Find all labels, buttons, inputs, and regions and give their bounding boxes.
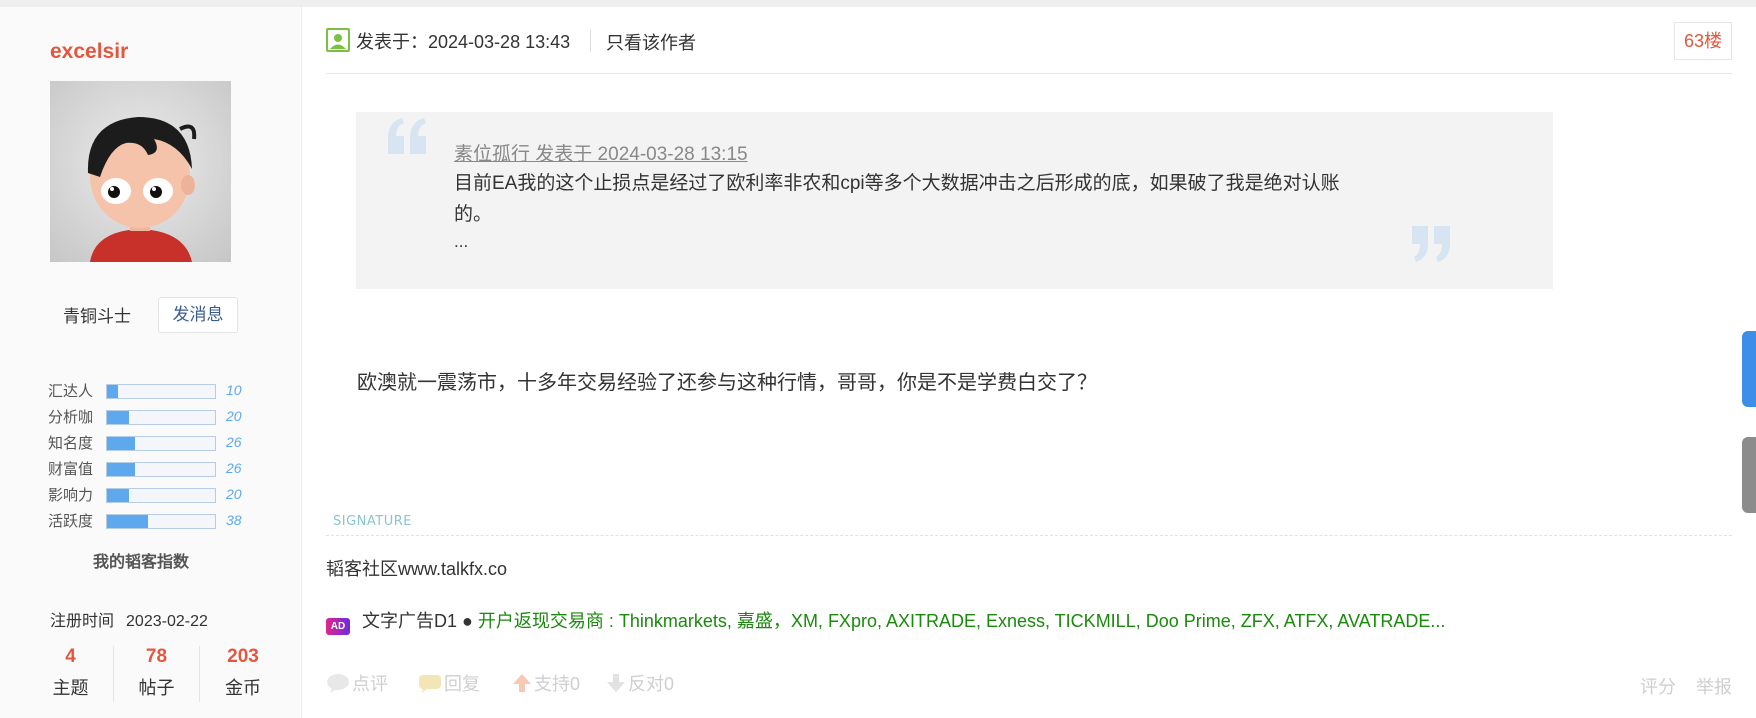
only-author-link[interactable]: 只看该作者 bbox=[606, 29, 696, 55]
register-label: 注册时间 bbox=[50, 613, 115, 630]
comment-icon bbox=[327, 674, 349, 693]
support-button[interactable]: 支持0 bbox=[512, 670, 580, 696]
stat-row: 分析咖 20 bbox=[48, 406, 258, 426]
count-posts[interactable]: 78 帖子 bbox=[114, 646, 200, 702]
ad-label: 文字广告D1 ● bbox=[362, 611, 473, 631]
stat-label: 知名度 bbox=[48, 435, 94, 452]
text-ad: AD 文字广告D1 ● 开户返现交易商 : Thinkmarkets, 嘉盛，XM… bbox=[326, 607, 1445, 635]
count-label: 帖子 bbox=[138, 678, 175, 698]
username-link[interactable]: excelsir bbox=[50, 40, 128, 64]
stat-label: 影响力 bbox=[48, 487, 94, 504]
stat-bar-fill bbox=[107, 437, 136, 450]
floor-number[interactable]: 63楼 bbox=[1674, 22, 1732, 60]
count-topics[interactable]: 4 主题 bbox=[28, 646, 114, 702]
post-right-actions: 评分 举报 bbox=[1620, 673, 1732, 699]
signature-divider bbox=[326, 535, 1732, 536]
stat-label: 财富值 bbox=[48, 461, 94, 478]
stat-label: 汇达人 bbox=[48, 383, 94, 400]
quote-more: ... bbox=[454, 232, 469, 251]
stat-label: 活跃度 bbox=[48, 513, 94, 530]
ad-badge-icon: AD bbox=[326, 618, 350, 635]
reply-button[interactable]: 回复 bbox=[418, 670, 480, 696]
user-rank: 青铜斗士 bbox=[63, 307, 131, 326]
oppose-button[interactable]: 反对0 bbox=[606, 670, 674, 696]
stat-bar-fill bbox=[107, 411, 129, 424]
stat-value: 26 bbox=[226, 460, 242, 476]
register-time: 注册时间 2023-02-22 bbox=[50, 607, 208, 631]
post-header: 发表于：2024-03-28 13:43 只看该作者 63楼 bbox=[326, 0, 1732, 74]
signature-text: 韬客社区www.talkfx.co bbox=[326, 559, 508, 579]
count-number: 78 bbox=[145, 646, 168, 667]
rate-link[interactable]: 评分 bbox=[1640, 677, 1676, 697]
count-number: 4 bbox=[65, 646, 76, 667]
support-label: 支持0 bbox=[534, 674, 581, 694]
stat-bar-fill bbox=[107, 489, 129, 502]
stat-row: 活跃度 38 bbox=[48, 510, 258, 530]
stat-bar-fill bbox=[107, 463, 136, 476]
oppose-label: 反对0 bbox=[628, 674, 675, 694]
cartoon-avatar-icon bbox=[87, 117, 197, 262]
comment-button[interactable]: 点评 bbox=[326, 670, 388, 696]
count-coins[interactable]: 203 金币 bbox=[200, 646, 286, 700]
stat-value: 38 bbox=[226, 512, 242, 528]
post-time: 发表于：2024-03-28 13:43 bbox=[356, 32, 571, 52]
index-title[interactable]: 我的韬客指数 bbox=[93, 548, 189, 572]
post-content: 欧澳就一震荡市，十多年交易经验了还参与这种行情，哥哥，你是不是学费白交了？ bbox=[357, 372, 1097, 394]
signature-label: SIGNATURE bbox=[333, 514, 412, 529]
count-label: 主题 bbox=[52, 678, 89, 698]
open-quote-icon bbox=[388, 118, 426, 154]
report-link[interactable]: 举报 bbox=[1696, 677, 1732, 697]
stat-bar bbox=[106, 410, 216, 425]
stat-bar bbox=[106, 462, 216, 477]
avatar[interactable] bbox=[50, 81, 231, 262]
stat-bar bbox=[106, 384, 216, 399]
stat-row: 财富值 26 bbox=[48, 458, 258, 478]
online-user-icon bbox=[326, 28, 350, 52]
close-quote-icon bbox=[1412, 226, 1450, 262]
stat-row: 汇达人 10 bbox=[48, 380, 258, 400]
floating-side-tab[interactable] bbox=[1742, 331, 1756, 407]
stat-value: 20 bbox=[226, 486, 242, 502]
stat-bar-fill bbox=[107, 385, 118, 398]
quote-reference-link[interactable]: 素位孤行 发表于 2024-03-28 13:15 bbox=[454, 139, 748, 166]
floating-side-tab-2[interactable] bbox=[1742, 437, 1756, 513]
register-date: 2023-02-22 bbox=[126, 613, 208, 630]
stat-value: 26 bbox=[226, 434, 242, 450]
thumb-up-arrow-icon bbox=[513, 674, 531, 692]
stat-value: 20 bbox=[226, 408, 242, 424]
comment-label: 点评 bbox=[352, 674, 388, 694]
quote-text: 目前EA我的这个止损点是经过了欧利率非农和cpi等多个大数据冲击之后形成的底，如… bbox=[454, 173, 1340, 225]
stat-bar-fill bbox=[107, 515, 149, 528]
stat-bar bbox=[106, 488, 216, 503]
reply-icon bbox=[419, 675, 441, 693]
divider bbox=[590, 30, 591, 52]
send-message-button[interactable]: 发消息 bbox=[158, 297, 238, 333]
stat-value: 10 bbox=[226, 382, 242, 398]
quote-block: 素位孤行 发表于 2024-03-28 13:15 目前EA我的这个止损点是经过… bbox=[356, 112, 1553, 289]
stat-bar bbox=[106, 514, 216, 529]
stat-row: 知名度 26 bbox=[48, 432, 258, 452]
count-label: 金币 bbox=[225, 678, 261, 698]
thumb-down-arrow-icon bbox=[607, 674, 625, 692]
user-counts: 4 主题 78 帖子 203 金币 bbox=[28, 646, 273, 706]
count-number: 203 bbox=[227, 646, 259, 667]
stat-row: 影响力 20 bbox=[48, 484, 258, 504]
ad-link[interactable]: 开户返现交易商 : Thinkmarkets, 嘉盛，XM, FXpro, AX… bbox=[478, 611, 1446, 631]
stat-label: 分析咖 bbox=[48, 409, 94, 426]
stat-bar bbox=[106, 436, 216, 451]
reply-label: 回复 bbox=[444, 674, 480, 694]
